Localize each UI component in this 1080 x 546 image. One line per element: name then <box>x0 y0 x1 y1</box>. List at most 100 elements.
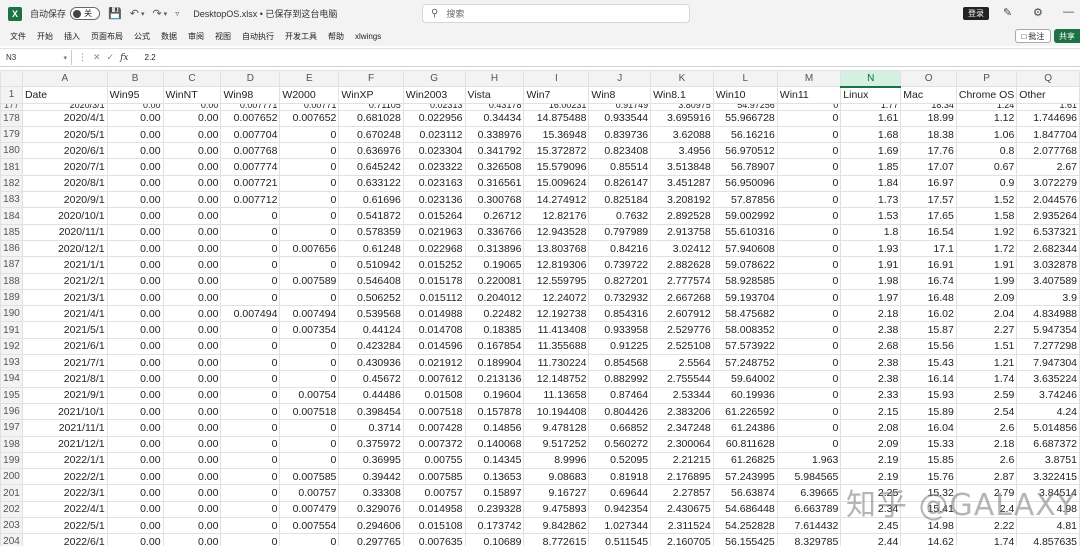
cell[interactable]: 0.014958 <box>402 500 466 519</box>
cell[interactable]: 0.14345 <box>464 451 525 470</box>
cell[interactable]: 0.739722 <box>588 256 652 274</box>
cell[interactable]: 2021/8/1 <box>21 370 108 388</box>
cell[interactable]: 0.00757 <box>402 484 466 502</box>
cell[interactable]: Date <box>21 86 108 104</box>
cell[interactable]: 2.22 <box>955 517 1018 535</box>
cell[interactable]: 18.34 <box>900 102 957 111</box>
cell[interactable]: 0.326508 <box>464 158 525 176</box>
cell[interactable]: 0 <box>220 517 281 535</box>
cell[interactable]: 0.007494 <box>279 305 340 323</box>
cell[interactable]: 0.00754 <box>279 386 340 404</box>
cell[interactable]: 61.26825 <box>712 451 778 470</box>
cell[interactable]: 0 <box>776 174 842 193</box>
autosave-toggle[interactable]: 关 <box>70 7 101 20</box>
cell[interactable]: 0.00 <box>162 402 222 421</box>
cell[interactable]: 0.00 <box>106 419 164 437</box>
column-header[interactable]: I <box>523 70 590 88</box>
row-header[interactable]: 177 <box>0 102 23 111</box>
cell[interactable]: 2.383206 <box>650 402 714 421</box>
cell[interactable]: 0 <box>776 272 842 290</box>
cell[interactable]: Win10 <box>712 86 778 104</box>
cell[interactable]: 0.804426 <box>588 402 652 421</box>
cell[interactable]: 0 <box>279 533 340 546</box>
cell[interactable]: 0.007554 <box>279 517 340 535</box>
cell[interactable]: 0.69644 <box>588 484 652 502</box>
row-header[interactable]: 196 <box>0 402 23 421</box>
cell[interactable]: 2022/3/1 <box>21 484 108 502</box>
chevron-down-icon[interactable]: ▾ <box>63 54 67 62</box>
cell[interactable]: 59.002992 <box>712 207 778 225</box>
cell[interactable]: 0.66852 <box>588 419 652 437</box>
cell[interactable]: 14.875488 <box>523 109 590 127</box>
row-header[interactable]: 181 <box>0 158 23 176</box>
cell[interactable]: 0 <box>776 419 842 437</box>
cell[interactable]: 0.8 <box>955 142 1018 160</box>
cell[interactable]: 0.316561 <box>464 174 525 193</box>
cell[interactable]: 2.38 <box>840 370 902 388</box>
cell[interactable]: 0.00 <box>162 386 222 404</box>
column-header[interactable]: L <box>712 70 778 88</box>
cell[interactable]: 0 <box>220 468 281 486</box>
redo-dropdown-icon[interactable]: ▾ <box>164 10 168 18</box>
cell[interactable]: 0.00 <box>106 174 164 193</box>
cell[interactable]: 17.07 <box>900 158 957 176</box>
cell[interactable]: 0 <box>279 174 340 193</box>
cell[interactable]: 0.007585 <box>279 468 340 486</box>
cell[interactable]: 1.027344 <box>588 517 652 535</box>
insert-function-icon[interactable]: fx <box>120 53 128 63</box>
cell[interactable]: 5.947354 <box>1016 321 1080 339</box>
cell[interactable]: 0.007712 <box>220 191 281 209</box>
cell[interactable]: Chrome OS <box>955 86 1018 104</box>
cell[interactable]: 0.00 <box>106 191 164 209</box>
row-header[interactable]: 203 <box>0 517 23 535</box>
cell[interactable]: 0 <box>220 354 281 372</box>
cell[interactable]: 8.9996 <box>523 451 590 470</box>
cell[interactable]: 0.007612 <box>402 370 466 388</box>
cell[interactable]: 0.15897 <box>464 484 525 502</box>
cell[interactable]: 0.00 <box>106 109 164 127</box>
cell[interactable]: 0.839736 <box>588 125 652 144</box>
cell[interactable]: WinNT <box>162 86 222 104</box>
cell[interactable]: 1.72 <box>955 239 1018 258</box>
cell[interactable]: 11.13658 <box>523 386 590 404</box>
cell[interactable]: 60.811628 <box>712 435 778 453</box>
row-header[interactable]: 178 <box>0 109 23 127</box>
cell[interactable]: 0 <box>220 402 281 421</box>
cell[interactable]: 0.00 <box>162 435 222 453</box>
cell[interactable]: 1.847704 <box>1016 125 1080 144</box>
cell[interactable]: 0.007518 <box>402 402 466 421</box>
ribbon-tab[interactable]: 帮助 <box>328 31 344 42</box>
cell[interactable]: 2.6 <box>955 419 1018 437</box>
row-header[interactable]: 182 <box>0 174 23 193</box>
cell[interactable]: 0.023163 <box>402 174 466 193</box>
redo-icon[interactable]: ↷ <box>152 7 161 20</box>
cell[interactable]: 3.02412 <box>650 239 714 258</box>
ribbon-tab[interactable]: 审阅 <box>188 31 204 42</box>
cell[interactable]: 0 <box>776 142 842 160</box>
row-header[interactable]: 183 <box>0 191 23 209</box>
search-box[interactable]: ⚲ 搜索 <box>422 4 690 23</box>
cell[interactable]: 3.032878 <box>1016 256 1080 274</box>
cell[interactable]: 0.007372 <box>402 435 466 453</box>
cell[interactable]: 0.00 <box>162 288 222 307</box>
cell[interactable]: 0.014708 <box>402 321 466 339</box>
cell[interactable]: 2.160705 <box>650 533 714 546</box>
cell[interactable]: 0 <box>776 239 842 258</box>
cell[interactable]: 0.933544 <box>588 109 652 127</box>
cell[interactable]: 12.82176 <box>523 207 590 225</box>
cell[interactable]: 0.00 <box>106 337 164 356</box>
cell[interactable]: 59.078622 <box>712 256 778 274</box>
ribbon-tab[interactable]: 插入 <box>64 31 80 42</box>
cell[interactable]: 0.19604 <box>464 386 525 404</box>
row-header[interactable]: 187 <box>0 256 23 274</box>
cell[interactable]: 0.140068 <box>464 435 525 453</box>
cell[interactable]: 0.00755 <box>402 451 466 470</box>
cell[interactable]: 0 <box>279 158 340 176</box>
cell[interactable]: 0.00 <box>106 435 164 453</box>
cell[interactable]: 56.78907 <box>712 158 778 176</box>
cell[interactable]: 0.00 <box>106 158 164 176</box>
cell[interactable]: 2.27 <box>955 321 1018 339</box>
cell[interactable]: 1.53 <box>840 207 902 225</box>
cell[interactable]: 0.797989 <box>588 223 652 241</box>
row-header[interactable]: 198 <box>0 435 23 453</box>
